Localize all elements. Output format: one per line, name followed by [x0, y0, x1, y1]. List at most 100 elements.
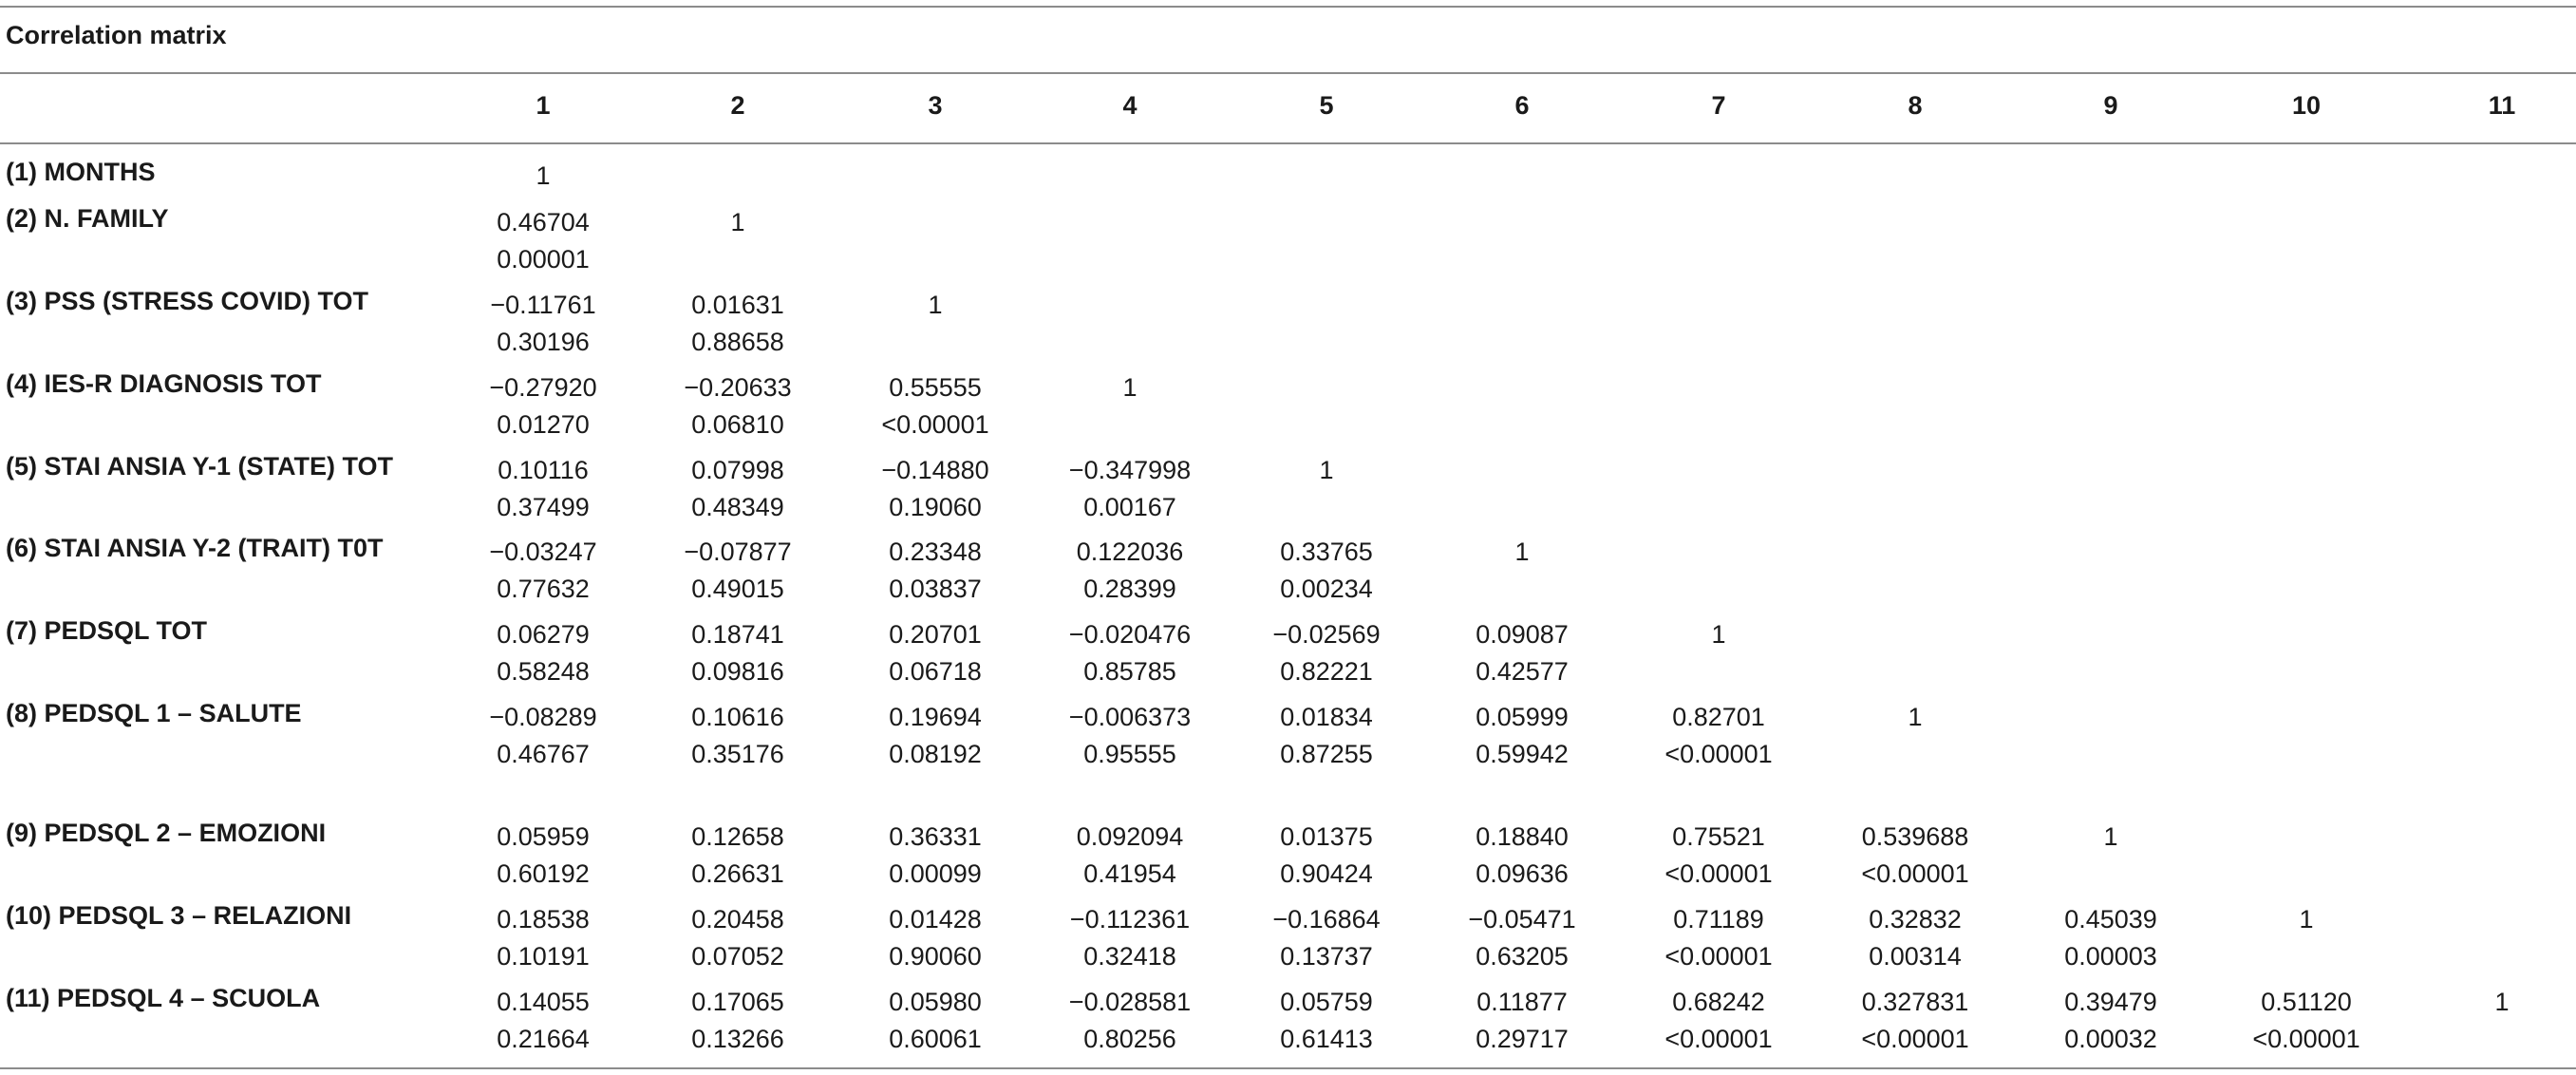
column-header-3: 3 — [928, 91, 943, 120]
correlation-value: 1 — [2103, 822, 2118, 851]
top-rule — [0, 6, 2576, 8]
p-value: 0.06810 — [691, 410, 784, 439]
table-cell: 0.18840 0.09636 — [1427, 819, 1617, 893]
table-cell: 0.75521 <0.00001 — [1624, 819, 1814, 893]
table-cell: 0.09087 0.42577 — [1427, 616, 1617, 690]
correlation-value: 0.75521 — [1672, 822, 1765, 851]
table-cell: 0.092094 0.41954 — [1035, 819, 1225, 893]
correlation-value: 0.05759 — [1280, 988, 1373, 1016]
correlation-value: 0.10616 — [691, 703, 784, 731]
column-header-row: 1 2 3 4 5 6 7 8 9 10 11 — [0, 91, 2576, 129]
correlation-value: 0.18741 — [691, 620, 784, 649]
correlation-value: 1 — [1319, 456, 1334, 484]
table-cell: 0.82701 <0.00001 — [1624, 699, 1814, 773]
correlation-value: −0.05471 — [1468, 905, 1576, 934]
correlation-value: −0.02569 — [1272, 620, 1381, 649]
table-cell: 0.18538 0.10191 — [448, 901, 638, 975]
p-value: <0.00001 — [1664, 1025, 1773, 1053]
correlation-value: 0.51120 — [2261, 988, 2352, 1016]
table-cell: 0.05959 0.60192 — [448, 819, 638, 893]
table-cell: 0.14055 0.21664 — [448, 984, 638, 1058]
correlation-value: 0.45039 — [2064, 905, 2157, 934]
p-value: 0.28399 — [1083, 575, 1176, 603]
table-cell: 1 — [840, 287, 1030, 324]
correlation-table: Correlation matrix 1 2 3 4 5 6 7 8 9 10 11 (1) MON… — [0, 0, 2576, 1075]
table-cell: −0.020476 0.85785 — [1035, 616, 1225, 690]
correlation-value: 0.11877 — [1476, 988, 1568, 1016]
p-value: 0.63205 — [1476, 942, 1569, 971]
p-value: <0.00001 — [2252, 1025, 2360, 1053]
correlation-value: 1 — [2494, 988, 2510, 1016]
table-cell: 0.01428 0.90060 — [840, 901, 1030, 975]
p-value: 0.90060 — [889, 942, 982, 971]
correlation-value: 0.20701 — [889, 620, 982, 649]
table-cell: 0.05759 0.61413 — [1232, 984, 1421, 1058]
correlation-value: −0.028581 — [1068, 988, 1192, 1016]
table-cell: −0.08289 0.46767 — [448, 699, 638, 773]
p-value: 0.95555 — [1083, 740, 1176, 768]
row-label: (2) N. FAMILY — [6, 204, 169, 233]
table-cell: 0.10116 0.37499 — [448, 452, 638, 526]
correlation-value: 0.07998 — [691, 456, 784, 484]
table-cell: −0.11761 0.30196 — [448, 287, 638, 361]
p-value: 0.13737 — [1280, 942, 1373, 971]
correlation-value: 0.539688 — [1861, 822, 1969, 851]
column-header-10: 10 — [2291, 91, 2322, 120]
correlation-value: 0.122036 — [1076, 538, 1184, 566]
correlation-value: −0.11761 — [490, 291, 596, 319]
table-cell: 0.01834 0.87255 — [1232, 699, 1421, 773]
p-value: 0.77632 — [497, 575, 590, 603]
p-value: 0.00032 — [2064, 1025, 2157, 1053]
table-cell: 0.05980 0.60061 — [840, 984, 1030, 1058]
correlation-value: 1 — [536, 161, 551, 190]
table-cell: −0.03247 0.77632 — [448, 534, 638, 608]
table-cell: 0.17065 0.13266 — [643, 984, 833, 1058]
p-value: 0.41954 — [1083, 859, 1176, 888]
table-cell: 0.327831 <0.00001 — [1820, 984, 2010, 1058]
p-value: 0.87255 — [1280, 740, 1373, 768]
table-row: (8) PEDSQL 1 – SALUTE −0.08289 0.46767 0.10… — [0, 699, 2576, 775]
p-value: 0.00167 — [1083, 493, 1176, 521]
p-value: 0.60192 — [497, 859, 590, 888]
table-cell: −0.16864 0.13737 — [1232, 901, 1421, 975]
column-header-8: 8 — [1908, 91, 1923, 120]
correlation-value: −0.07877 — [684, 538, 792, 566]
table-cell: −0.02569 0.82221 — [1232, 616, 1421, 690]
table-cell: −0.006373 0.95555 — [1035, 699, 1225, 773]
p-value: 0.60061 — [889, 1025, 982, 1053]
table-cell: −0.112361 0.32418 — [1035, 901, 1225, 975]
header-rule — [0, 142, 2576, 144]
correlation-value: 0.23348 — [889, 538, 982, 566]
table-cell: 0.07998 0.48349 — [643, 452, 833, 526]
correlation-value: 1 — [730, 208, 745, 236]
p-value: 0.49015 — [691, 575, 784, 603]
table-cell: 0.46704 0.00001 — [448, 204, 638, 278]
correlation-value: 0.46704 — [497, 208, 590, 236]
table-cell: 0.10616 0.35176 — [643, 699, 833, 773]
correlation-value: 0.06279 — [497, 620, 590, 649]
p-value: 0.37499 — [497, 493, 590, 521]
table-cell: 0.11877 0.29717 — [1427, 984, 1617, 1058]
correlation-value: 0.82701 — [1672, 703, 1765, 731]
correlation-value: −0.020476 — [1068, 620, 1192, 649]
correlation-value: 1 — [1122, 373, 1138, 402]
table-cell: 0.01375 0.90424 — [1232, 819, 1421, 893]
table-cell: 1 — [1624, 616, 1814, 653]
p-value: 0.01270 — [497, 410, 590, 439]
table-cell: 1 — [2016, 819, 2206, 856]
p-value: 0.00099 — [889, 859, 982, 888]
correlation-value: 0.01375 — [1280, 822, 1373, 851]
column-header-6: 6 — [1514, 91, 1530, 120]
p-value: 0.29717 — [1476, 1025, 1569, 1053]
p-value: 0.35176 — [691, 740, 784, 768]
p-value: 0.42577 — [1476, 657, 1569, 686]
p-value: <0.00001 — [1664, 859, 1773, 888]
table-row: (3) PSS (STRESS COVID) TOT −0.11761 0.3019… — [0, 287, 2576, 363]
table-cell: 0.20458 0.07052 — [643, 901, 833, 975]
correlation-value: 0.18840 — [1476, 822, 1569, 851]
table-cell: 0.32832 0.00314 — [1820, 901, 2010, 975]
p-value: 0.26631 — [691, 859, 784, 888]
correlation-value: −0.20633 — [684, 373, 792, 402]
correlation-value: 0.71189 — [1673, 905, 1764, 934]
table-cell: −0.028581 0.80256 — [1035, 984, 1225, 1058]
